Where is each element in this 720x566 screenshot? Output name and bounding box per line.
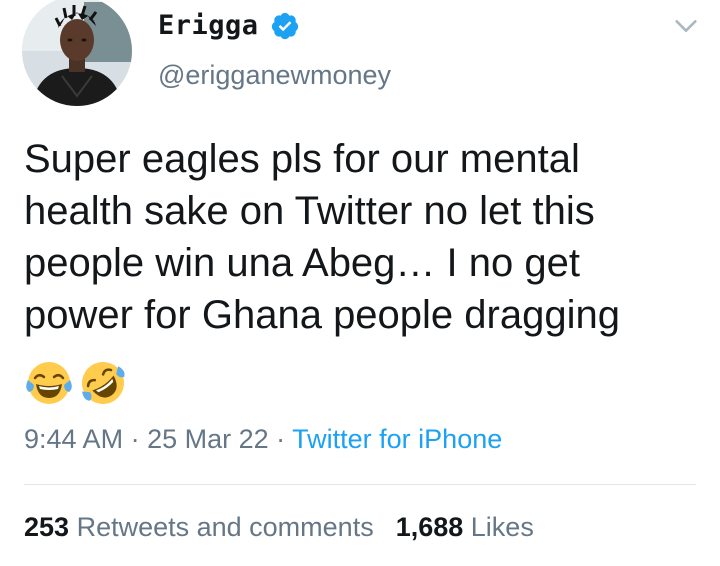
tweet-date[interactable]: 25 Mar 22	[147, 424, 269, 454]
tweet-meta: 9:44 AM · 25 Mar 22 · Twitter for iPhone	[24, 424, 502, 455]
display-name[interactable]: Erigga	[158, 10, 259, 41]
divider	[24, 484, 696, 485]
verified-badge-icon	[271, 12, 299, 40]
tweet-text-line: Super eagles pls for our mental	[24, 137, 580, 181]
source-link[interactable]: Twitter for iPhone	[292, 424, 502, 454]
face-with-tears-of-joy-icon	[26, 362, 72, 404]
retweets-count: 253	[24, 512, 70, 542]
avatar[interactable]	[22, 0, 132, 106]
tweet-text-line: people win una Abeg… I no get	[24, 241, 580, 285]
tweet-text-line: power for Ghana people dragging	[24, 293, 620, 337]
likes-stat[interactable]: 1,688 Likes	[396, 512, 534, 542]
retweets-stat[interactable]: 253 Retweets and comments	[24, 512, 374, 542]
tweet-text-line: health sake on Twitter no let this	[24, 189, 595, 233]
tweet-time[interactable]: 9:44 AM	[24, 424, 123, 454]
likes-label: Likes	[463, 512, 534, 542]
rolling-on-the-floor-laughing-icon	[82, 362, 125, 404]
chevron-down-icon[interactable]	[672, 12, 700, 40]
likes-count: 1,688	[395, 512, 464, 542]
tweet-card: Erigga @erigganewmoney Super eagles pls …	[0, 0, 720, 566]
tweet-text: Super eagles pls for our mental health s…	[24, 133, 704, 341]
retweets-label: Retweets and comments	[69, 512, 374, 542]
emoji-row	[24, 358, 128, 408]
meta-separator: ·	[123, 424, 148, 454]
user-handle[interactable]: @erigganewmoney	[158, 60, 391, 91]
tweet-stats: 253 Retweets and comments 1,688 Likes	[24, 512, 534, 543]
meta-separator: ·	[268, 424, 293, 454]
